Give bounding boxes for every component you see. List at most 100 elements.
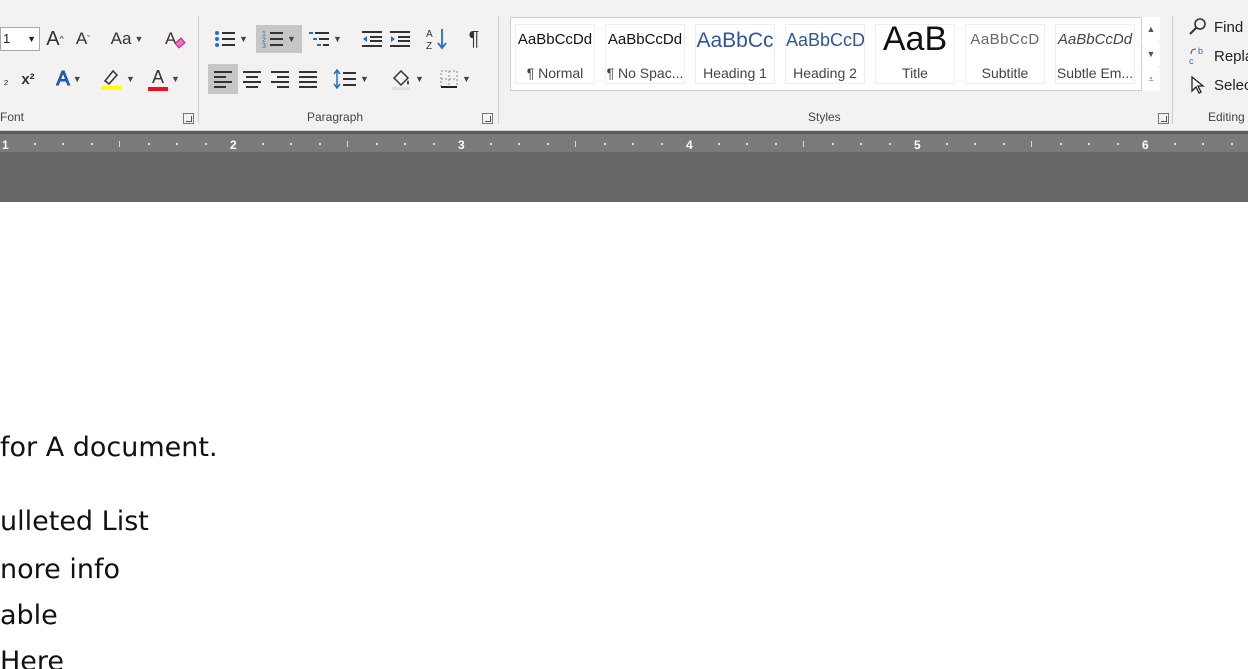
ruler-tick — [119, 141, 120, 147]
ruler-dot — [603, 143, 606, 145]
ruler-dot — [1116, 143, 1119, 145]
replace-button[interactable]: b c Repla — [1188, 46, 1248, 66]
numbering-icon: 1 2 3 — [262, 31, 284, 49]
style-normal[interactable]: AaBbCcDd ¶ Normal — [515, 24, 595, 84]
gallery-more-button[interactable]: ⩡ — [1141, 67, 1160, 91]
document-line[interactable]: for A document. — [0, 432, 218, 463]
document-line[interactable]: nore info — [0, 554, 120, 585]
borders-button[interactable]: ▼ — [434, 66, 476, 92]
subscript-icon: ₂ — [3, 71, 9, 87]
styles-group-label: Styles — [808, 110, 841, 124]
style-subtitle[interactable]: AaBbCcD Subtitle — [965, 24, 1045, 84]
borders-icon — [440, 70, 458, 88]
ruler-number: 1 — [2, 138, 9, 152]
pilcrow-icon: ¶ — [468, 27, 480, 50]
change-case-icon: Aa — [110, 29, 132, 48]
styles-gallery: AaBbCcDd ¶ Normal AaBbCcDd ¶ No Spac... … — [510, 17, 1160, 91]
style-subtle-emphasis[interactable]: AaBbCcDd Subtle Em... — [1055, 24, 1135, 84]
grow-font-button[interactable]: A ^ — [44, 27, 66, 51]
change-case-button[interactable]: Aa ▼ — [108, 27, 146, 51]
style-name: Subtitle — [981, 65, 1029, 81]
align-left-icon — [214, 70, 232, 88]
style-no-spacing[interactable]: AaBbCcDd ¶ No Spac... — [605, 24, 685, 84]
document-line[interactable]: able — [0, 600, 58, 631]
find-button[interactable]: Find — [1188, 17, 1243, 37]
show-formatting-marks-button[interactable]: ¶ — [462, 25, 486, 53]
style-preview: AaBbCcD — [970, 31, 1040, 48]
increase-indent-button[interactable] — [388, 26, 412, 52]
font-size-combobox[interactable]: 1 ▼ — [0, 27, 40, 51]
clear-formatting-button[interactable]: A — [162, 26, 188, 52]
gallery-scroll-up-button[interactable]: ▲ — [1141, 17, 1160, 41]
style-title[interactable]: AaB Title — [875, 24, 955, 84]
ruler-number: 2 — [230, 138, 237, 152]
grow-font-icon: A — [46, 27, 60, 50]
document-line[interactable]: ulleted List — [0, 506, 149, 537]
numbering-button[interactable]: 1 2 3 ▼ — [256, 25, 302, 53]
shading-button[interactable]: ▼ — [386, 66, 428, 92]
document-page[interactable]: for A document. ulleted List nore info a… — [0, 202, 1248, 669]
svg-text:c: c — [1189, 56, 1194, 66]
svg-text:b: b — [1198, 46, 1203, 56]
chevron-down-icon: ▼ — [287, 34, 296, 44]
style-heading-1[interactable]: AaBbCc Heading 1 — [695, 24, 775, 84]
shrink-font-button[interactable]: Aˇ — [72, 27, 94, 51]
justify-button[interactable] — [296, 66, 320, 92]
line-spacing-button[interactable]: ▼ — [330, 66, 372, 92]
ruler-tick — [347, 141, 348, 147]
paragraph-dialog-launcher[interactable] — [482, 113, 493, 124]
ruler-dot — [375, 143, 378, 145]
subscript-button[interactable]: ₂ — [0, 67, 12, 91]
select-button[interactable]: Selec — [1188, 75, 1248, 95]
ruler-dot — [147, 143, 150, 145]
ruler-dot — [717, 143, 720, 145]
chevron-down-icon: ▼ — [415, 74, 424, 84]
bullets-button[interactable]: ▼ — [210, 26, 252, 52]
chevron-down-icon: ▼ — [239, 34, 248, 44]
ruler-dot — [404, 143, 406, 145]
ruler-dot — [746, 143, 748, 145]
decrease-indent-icon — [362, 31, 382, 47]
justify-icon — [299, 70, 317, 88]
font-size-value: 1 — [3, 31, 11, 46]
font-dialog-launcher[interactable] — [183, 113, 194, 124]
document-line[interactable]: Here — [0, 646, 64, 669]
highlight-color-button[interactable]: ▼ — [96, 66, 138, 92]
ruler-dot — [33, 143, 36, 145]
group-separator — [198, 16, 199, 124]
text-effects-button[interactable]: A ▼ — [50, 67, 88, 91]
ruler-dot — [774, 143, 777, 145]
align-left-button[interactable] — [208, 64, 238, 94]
style-preview: AaBbCc — [696, 29, 774, 52]
ruler-tick — [1031, 141, 1032, 147]
styles-dialog-launcher[interactable] — [1158, 113, 1169, 124]
ruler-dot — [90, 143, 93, 145]
search-icon — [1189, 18, 1206, 35]
multilevel-list-button[interactable]: ▼ — [305, 26, 345, 52]
paragraph-group-label: Paragraph — [307, 110, 364, 124]
chevron-down-icon: ▼ — [171, 74, 180, 84]
ruler-dot — [546, 143, 549, 145]
multilevel-list-icon — [309, 32, 330, 46]
cursor-icon — [1191, 75, 1205, 94]
align-right-button[interactable] — [268, 66, 292, 92]
increase-indent-icon — [390, 31, 410, 47]
ruler-dot — [831, 143, 834, 145]
ruler-dot — [204, 143, 207, 145]
align-right-icon — [271, 70, 289, 88]
sort-button[interactable]: A Z — [424, 25, 450, 53]
superscript-button[interactable]: x² — [17, 67, 39, 91]
ruler-dot — [489, 143, 492, 145]
find-label: Find — [1214, 18, 1244, 36]
style-heading-2[interactable]: AaBbCcD Heading 2 — [785, 24, 865, 84]
gallery-scroll-down-button[interactable]: ▼ — [1141, 42, 1160, 66]
ruler-dot — [945, 143, 948, 145]
editing-group-label: Editing — [1208, 110, 1245, 124]
decrease-indent-button[interactable] — [360, 26, 384, 52]
horizontal-ruler[interactable]: 1 2 3 4 5 6 — [0, 131, 1248, 152]
center-button[interactable] — [240, 66, 264, 92]
font-group-label: Font — [0, 110, 25, 124]
more-icon: ⩡ — [1148, 73, 1154, 84]
font-color-button[interactable]: A ▼ — [143, 66, 185, 92]
style-preview: AaBbCcDd — [607, 31, 683, 48]
